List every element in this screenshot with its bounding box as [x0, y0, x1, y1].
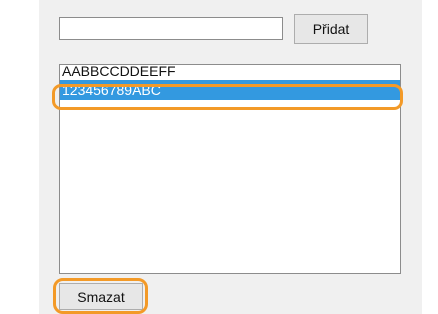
item-text-input[interactable] [59, 17, 283, 40]
list-item-selected[interactable]: 123456789ABC [60, 80, 400, 100]
delete-button[interactable]: Smazat [59, 283, 143, 310]
list-item[interactable]: AABBCCDDEEFF [60, 65, 400, 80]
add-button[interactable]: Přidat [294, 14, 368, 44]
items-listbox[interactable]: AABBCCDDEEFF 123456789ABC [59, 64, 401, 274]
